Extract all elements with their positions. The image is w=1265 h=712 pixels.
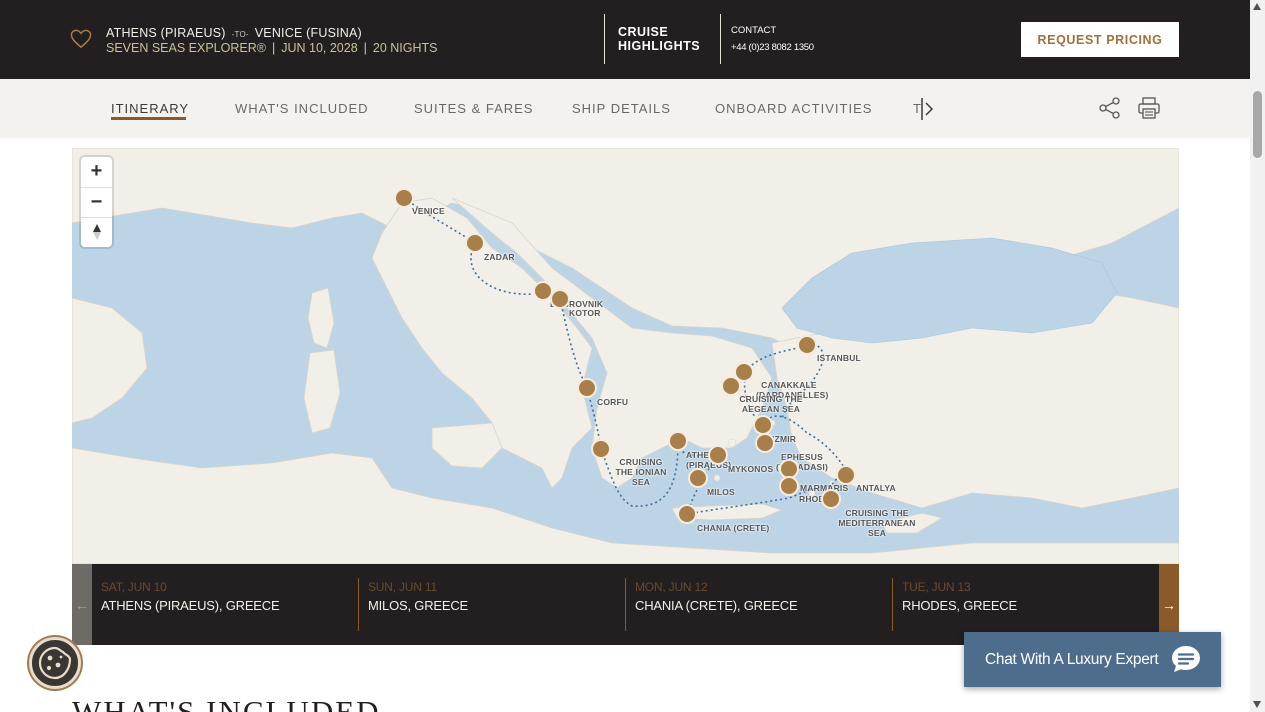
ship-name: SEVEN SEAS EXPLORER®	[106, 41, 266, 55]
port-label-venice: VENICE	[412, 206, 445, 216]
day-card[interactable]: SUN, JUN 11 MILOS, GREECE	[358, 578, 618, 631]
printer-icon[interactable]	[1137, 96, 1161, 120]
whats-included-heading: WHAT'S INCLUDED	[72, 694, 381, 712]
port-marker-canakkale[interactable]	[734, 362, 754, 382]
heart-outline-icon[interactable]	[70, 29, 92, 49]
day-card[interactable]: SAT, JUN 10 ATHENS (PIRAEUS), GREECE	[92, 578, 352, 631]
tab-ship-details[interactable]: SHIP DETAILS	[572, 101, 671, 116]
day-port: RHODES, GREECE	[902, 598, 1017, 613]
scroll-down-arrow-icon[interactable]	[1253, 701, 1261, 708]
chevron-right-icon[interactable]	[914, 97, 938, 121]
port-marker-athens[interactable]	[668, 431, 688, 451]
cruise-highlights-line1: CRUISE	[618, 25, 669, 39]
port-marker-chania[interactable]	[677, 504, 697, 524]
scroll-up-arrow-icon[interactable]	[1253, 3, 1261, 10]
vertical-scrollbar[interactable]	[1250, 0, 1265, 712]
map-base-layer	[72, 148, 1179, 564]
tab-whats-included[interactable]: WHAT'S INCLUDED	[235, 101, 369, 116]
port-label-istanbul: ISTANBUL	[817, 353, 861, 363]
request-pricing-button[interactable]: REQUEST PRICING	[1021, 22, 1179, 57]
port-marker-mykonos[interactable]	[708, 445, 728, 465]
cookie-settings-button[interactable]	[29, 637, 81, 689]
port-label-izmir: IZMIR	[772, 434, 797, 444]
compass-icon	[92, 224, 101, 240]
chat-with-expert-button[interactable]: Chat With A Luxury Expert	[964, 632, 1221, 687]
separator: |	[271, 41, 276, 55]
zoom-out-button[interactable]: −	[81, 187, 112, 216]
share-icon[interactable]	[1099, 97, 1121, 119]
contact-phone-link[interactable]: +44 (0)23 8082 1350	[731, 42, 814, 53]
chat-bubble-icon	[1172, 646, 1200, 672]
tab-suites-fares[interactable]: SUITES & FARES	[414, 101, 533, 116]
port-marker-kotor[interactable]	[550, 289, 570, 309]
port-marker-rhodes-cluster[interactable]	[779, 476, 799, 496]
scrollbar-thumb[interactable]	[1253, 91, 1262, 158]
day-prev-button[interactable]: ←	[72, 564, 92, 645]
to-label: -TO-	[231, 30, 249, 39]
port-label-aegean-sea: CRUISING THE AEGEAN SEA	[739, 394, 803, 414]
nights-count: 20 NIGHTS	[372, 41, 438, 55]
divider	[720, 14, 721, 64]
port-label-milos: MILOS	[707, 487, 735, 497]
port-marker-venice[interactable]	[394, 188, 414, 208]
day-card[interactable]: TUE, JUN 13 RHODES, GREECE	[892, 578, 1152, 631]
day-port: MILOS, GREECE	[368, 598, 468, 613]
tab-itinerary[interactable]: ITINERARY	[111, 101, 189, 116]
cruise-header-bar: ATHENS (PIRAEUS) -TO- VENICE (FUSINA) SEVE…	[0, 0, 1250, 79]
port-marker-antalya[interactable]	[836, 465, 856, 485]
route-title: ATHENS (PIRAEUS) -TO- VENICE (FUSINA)	[106, 26, 362, 40]
separator: |	[363, 41, 367, 55]
cruise-highlights-line2: HIGHLIGHTS	[618, 39, 701, 53]
port-marker-istanbul[interactable]	[797, 335, 817, 355]
page: ATHENS (PIRAEUS) -TO- VENICE (FUSINA) SEVE…	[0, 0, 1265, 712]
port-marker-izmir[interactable]	[753, 415, 773, 435]
port-marker-corfu[interactable]	[577, 378, 597, 398]
day-port: CHANIA (CRETE), GREECE	[635, 598, 798, 613]
voyage-details: SEVEN SEAS EXPLORER® | JUN 10, 2028 | 20 NIG…	[106, 41, 438, 55]
destination-port: VENICE (FUSINA)	[254, 26, 362, 40]
port-marker-rhodes[interactable]	[821, 489, 841, 509]
port-marker-ionian-sea[interactable]	[591, 439, 611, 459]
tab-onboard-activities[interactable]: ONBOARD ACTIVITIES	[715, 101, 872, 116]
port-label-ionian-sea: CRUISING THE IONIAN SEA	[615, 457, 667, 487]
day-port: ATHENS (PIRAEUS), GREECE	[101, 598, 280, 613]
port-label-chania: CHANIA (CRETE)	[697, 523, 770, 533]
divider	[604, 14, 605, 64]
day-date: SUN, JUN 11	[368, 580, 437, 594]
port-marker-zadar[interactable]	[465, 233, 485, 253]
origin-port: ATHENS (PIRAEUS)	[106, 26, 226, 40]
port-marker-ephesus[interactable]	[755, 433, 775, 453]
zoom-in-button[interactable]: +	[81, 157, 112, 186]
day-date: TUE, JUN 13	[902, 580, 971, 594]
port-label-zadar: ZADAR	[484, 252, 515, 262]
day-date: SAT, JUN 10	[101, 580, 167, 594]
cookie-icon	[38, 646, 72, 680]
section-nav: ITINERARY WHAT'S INCLUDED SUITES & FARES…	[0, 79, 1250, 138]
contact-label: CONTACT	[731, 25, 777, 36]
port-label-mediterranean-sea: CRUISING THE MEDITERRANEAN SEA	[838, 508, 916, 538]
chat-label: Chat With A Luxury Expert	[985, 650, 1159, 668]
cruise-highlights-link[interactable]: CRUISE HIGHLIGHTS	[618, 25, 700, 53]
port-label-mykonos: MYKONOS	[728, 464, 774, 474]
day-card[interactable]: MON, JUN 12 CHANIA (CRETE), GREECE	[625, 578, 885, 631]
sail-date: JUN 10, 2028	[281, 41, 358, 55]
port-label-antalya: ANTALYA	[856, 483, 896, 493]
itinerary-map[interactable]: VENICE ZADAR DUBROVNIK KOTOR CORFU CRUIS…	[72, 148, 1179, 564]
port-label-corfu: CORFU	[597, 397, 629, 407]
active-tab-indicator	[111, 117, 186, 120]
compass-reset-button[interactable]	[81, 217, 112, 246]
port-marker-milos[interactable]	[688, 468, 708, 488]
day-date: MON, JUN 12	[635, 580, 708, 594]
map-zoom-controls: + −	[81, 157, 112, 247]
port-label-kotor: KOTOR	[569, 308, 601, 318]
